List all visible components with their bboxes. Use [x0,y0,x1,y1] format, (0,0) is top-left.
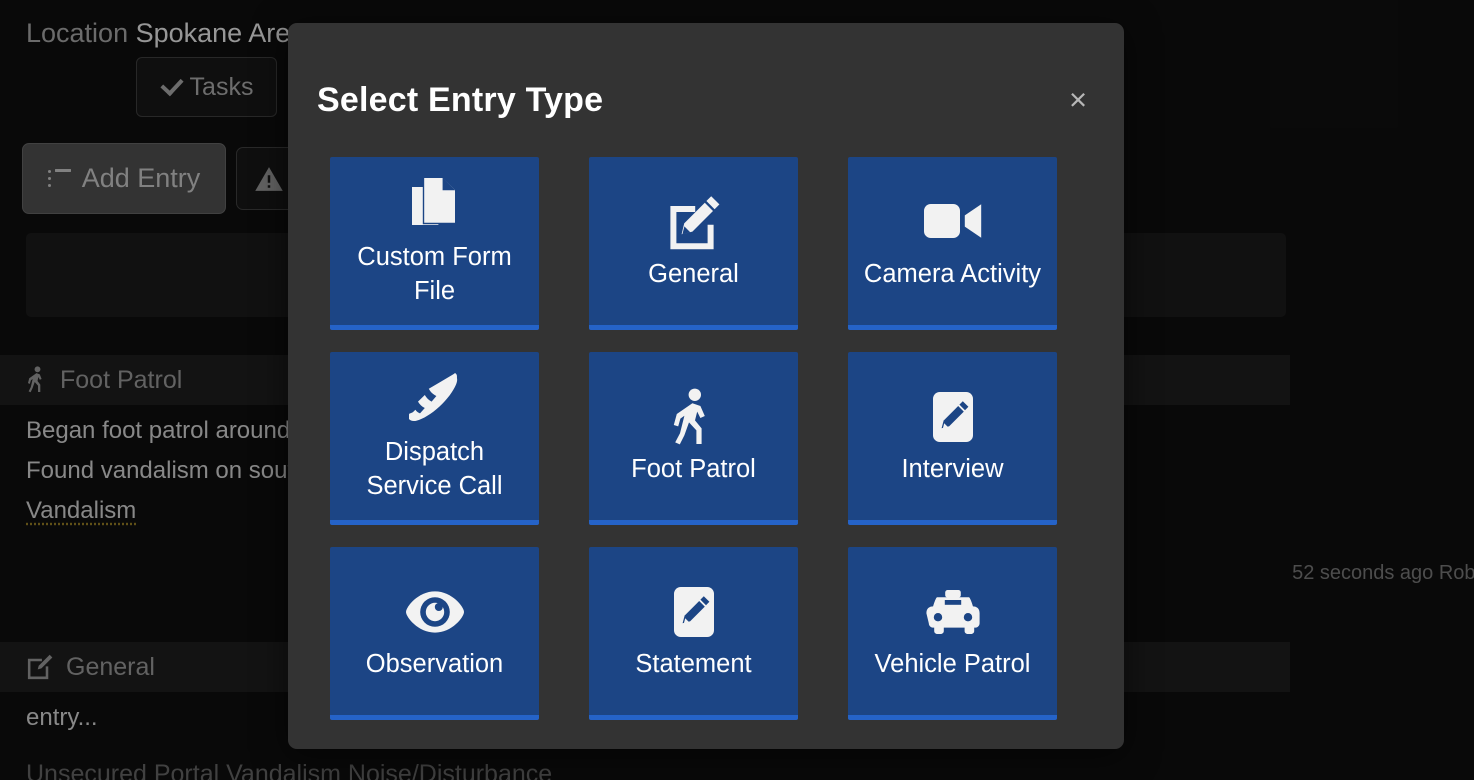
taxi-car-icon [924,583,982,641]
app-root: Location Spokane Arena Tasks Add Entry F… [0,0,1474,780]
pencil-note-icon [670,583,718,641]
entry-type-label: General [648,259,739,288]
pencil-note-icon [929,388,977,446]
close-icon[interactable]: × [1061,83,1095,117]
entry-type-label: Observation [365,649,504,678]
select-entry-type-modal: Select Entry Type × Custom Form File Gene… [288,23,1124,749]
entry-type-tile-interview[interactable]: Interview [848,352,1057,525]
modal-header: Select Entry Type × [288,23,1124,133]
entry-type-tile-statement[interactable]: Statement [589,547,798,720]
entry-type-tile-dispatch-service-call[interactable]: Dispatch Service Call [330,352,539,525]
entry-type-label: Interview [901,454,1004,483]
entry-type-tile-foot-patrol[interactable]: Foot Patrol [589,352,798,525]
entry-type-tile-vehicle-patrol[interactable]: Vehicle Patrol [848,547,1057,720]
entry-type-label: Dispatch Service Call [366,437,503,500]
entry-type-grid: Custom Form File General Camera Activity Di… [330,157,1082,720]
entry-type-label: Vehicle Patrol [874,649,1031,678]
copy-documents-icon [409,175,461,233]
video-camera-icon [922,192,984,250]
entry-type-label: Custom Form File [357,242,512,305]
pencil-square-icon [666,193,722,251]
entry-type-tile-general[interactable]: General [589,157,798,330]
walking-person-icon [672,388,716,446]
entry-type-label: Camera Activity [863,259,1042,288]
modal-title: Select Entry Type [317,81,604,119]
entry-type-tile-observation[interactable]: Observation [330,547,539,720]
entry-type-label: Foot Patrol [631,454,756,483]
entry-type-tile-custom-form-file[interactable]: Custom Form File [330,157,539,330]
phone-icon [408,370,461,428]
entry-type-tile-camera-activity[interactable]: Camera Activity [848,157,1057,330]
entry-type-label: Statement [635,649,752,678]
eye-icon [404,583,466,641]
